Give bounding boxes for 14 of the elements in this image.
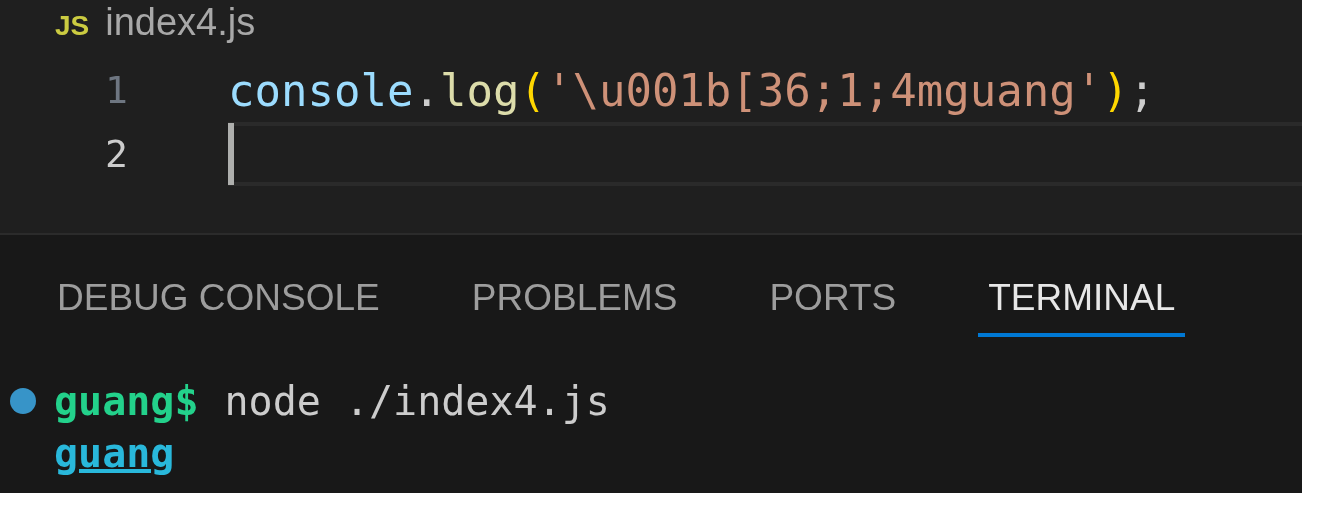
file-tab[interactable]: JS index4.js	[55, 1, 256, 50]
line-number: 1	[104, 68, 129, 112]
terminal-prompt: guang$	[54, 378, 199, 424]
line-number: 2	[104, 132, 129, 176]
panel-tab[interactable]: DEBUG CONSOLE	[57, 277, 380, 337]
terminal-output: guang	[54, 430, 175, 476]
code-line: console.log('\u001b[36;1;4mguang');	[228, 64, 1156, 116]
panel-tab[interactable]: PORTS	[769, 277, 897, 337]
file-name: index4.js	[105, 1, 256, 44]
text-cursor	[228, 123, 234, 185]
js-file-icon: JS	[55, 10, 90, 42]
panel-tab[interactable]: PROBLEMS	[471, 277, 678, 337]
panel-tab[interactable]: TERMINAL	[978, 277, 1186, 337]
terminal-command: node ./index4.js	[224, 378, 610, 424]
